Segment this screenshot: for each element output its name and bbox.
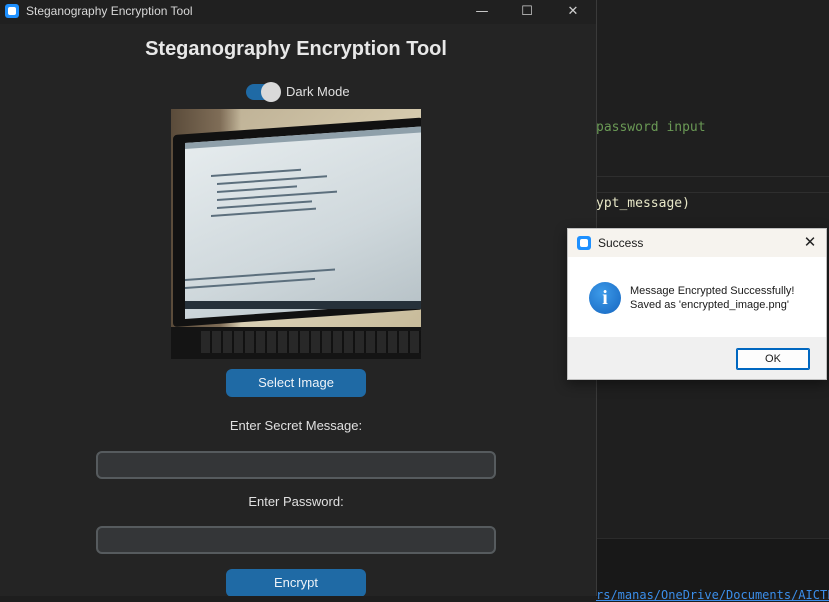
editor-separator <box>596 192 829 193</box>
dialog-message-line2: Saved as 'encrypted_image.png' <box>630 299 789 311</box>
maximize-button[interactable]: ☐ <box>504 0 550 24</box>
password-input[interactable] <box>96 526 496 554</box>
close-button[interactable]: ✕ <box>550 0 596 24</box>
dark-mode-label: Dark Mode <box>286 84 350 99</box>
app-icon <box>577 236 591 250</box>
password-label: Enter Password: <box>248 494 344 509</box>
editor-separator <box>596 176 829 177</box>
window-titlebar[interactable]: Steganography Encryption Tool — ☐ ✕ <box>0 0 596 24</box>
laptop-taskbar <box>185 301 421 309</box>
page-title: Steganography Encryption Tool <box>145 38 447 60</box>
encrypt-button[interactable]: Encrypt <box>226 569 366 596</box>
dialog-close-button[interactable]: ✕ <box>800 232 820 252</box>
toggle-knob[interactable] <box>261 82 281 102</box>
editor-code-line: ypt_message) <box>596 196 690 211</box>
laptop-screen <box>185 126 421 319</box>
selected-image-preview <box>171 109 421 359</box>
info-icon: i <box>589 282 621 314</box>
minimize-button[interactable]: — <box>459 0 505 24</box>
editor-code-line: password input <box>596 120 706 135</box>
window-title: Steganography Encryption Tool <box>26 4 193 18</box>
keyboard-keys <box>201 331 421 353</box>
dialog-message-line1: Message Encrypted Successfully! <box>630 285 795 297</box>
app-window: Steganography Encryption Tool — ☐ ✕ Steg… <box>0 0 597 596</box>
secret-message-input[interactable] <box>96 451 496 479</box>
secret-message-label: Enter Secret Message: <box>229 418 363 433</box>
ok-button[interactable]: OK <box>736 348 810 370</box>
dialog-title: Success <box>598 236 644 250</box>
app-icon <box>5 4 19 18</box>
success-dialog: Success ✕ i Message Encrypted Successful… <box>567 228 827 380</box>
dialog-titlebar[interactable]: Success ✕ <box>568 229 826 257</box>
terminal-path-link[interactable]: rs/manas/OneDrive/Documents/AICTE <box>596 588 829 602</box>
select-image-button[interactable]: Select Image <box>226 369 366 397</box>
